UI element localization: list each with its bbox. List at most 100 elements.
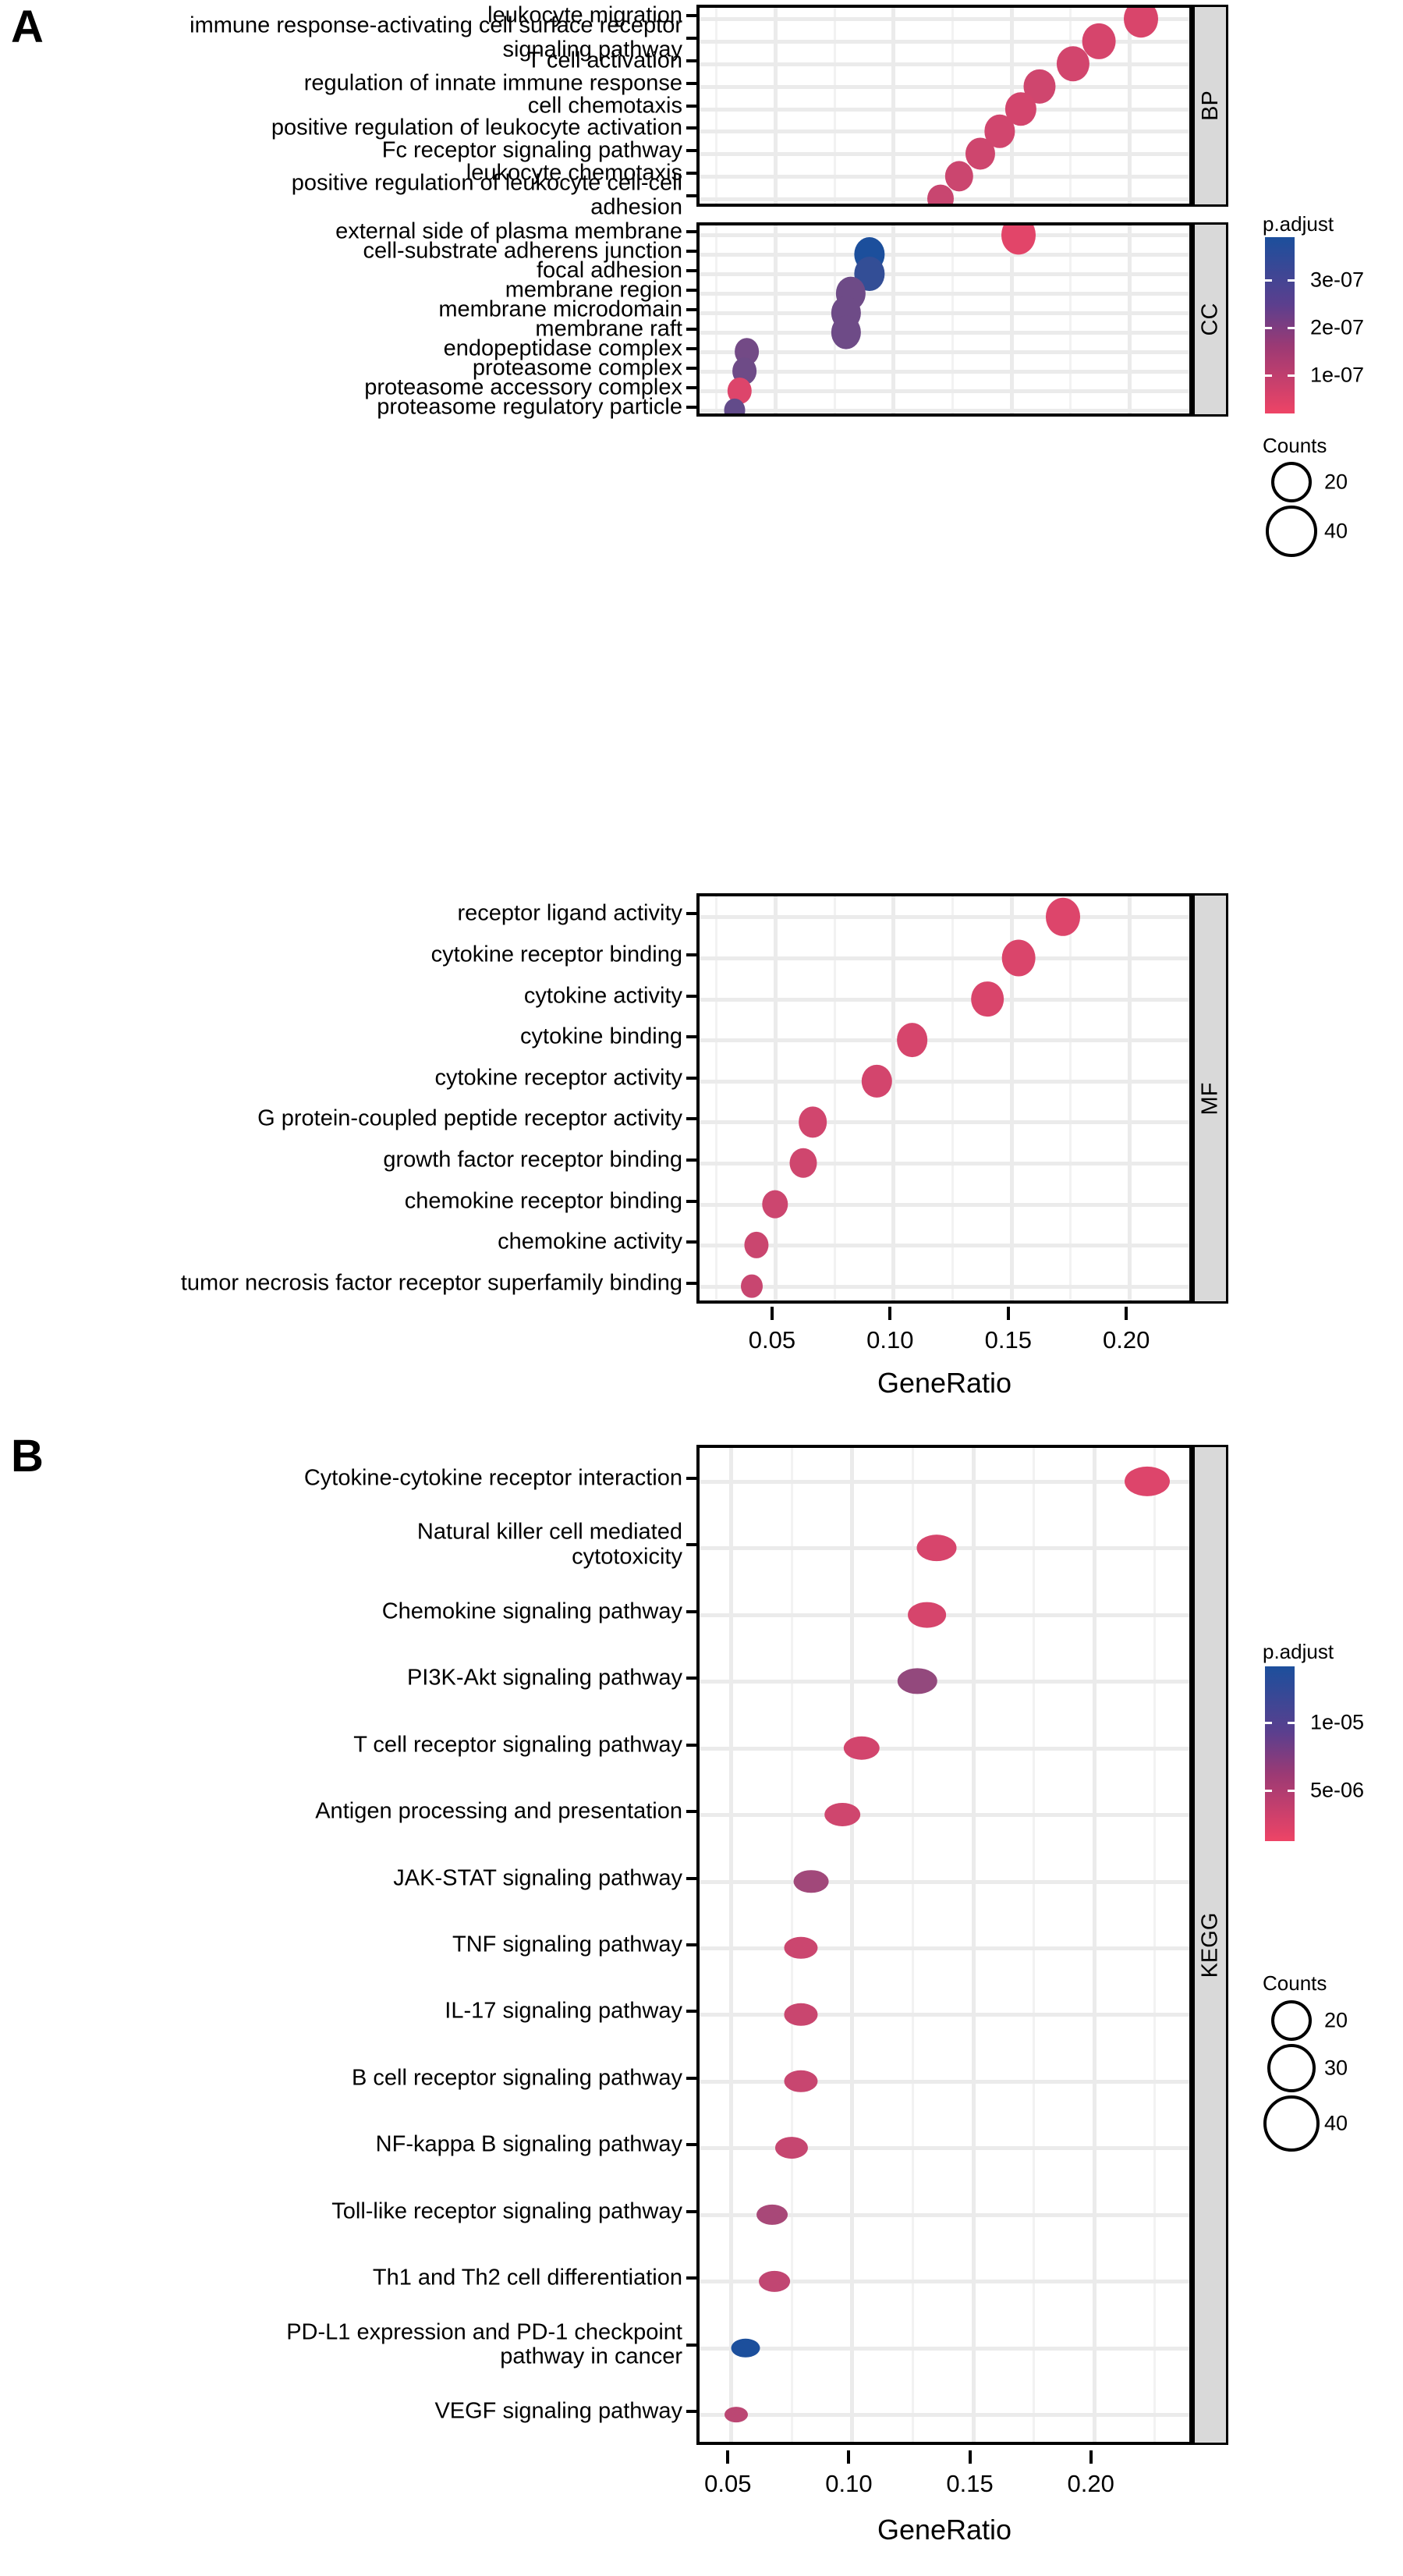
x-axis-title-panel-a: GeneRatio [877,1367,1012,1399]
y-axis-label: B cell receptor signaling pathway [352,2065,682,2091]
colorbar-tick [1288,279,1295,282]
data-point [916,1535,957,1562]
gridline-row [700,253,1189,257]
x-axis-tick [726,2450,730,2464]
y-axis-label: NF-kappa B signaling pathway [375,2131,682,2157]
y-axis-tick [686,327,696,331]
y-axis-label: cytokine binding [520,1024,682,1049]
gridline-major [729,1448,734,2442]
y-axis-label: G protein-coupled peptide receptor activ… [257,1105,682,1131]
gridline-row [700,152,1189,157]
facet-strip-mf-label: MF [1197,1082,1223,1115]
y-axis-label: cell chemotaxis [527,92,682,118]
plot-area-bp [696,5,1192,207]
colorbar-gradient [1265,1666,1295,1841]
y-axis-label: positive regulation of leukocyte activat… [271,115,682,140]
data-point [740,1274,763,1299]
gridline-row [700,1120,1189,1125]
y-axis-label: chemokine receptor binding [404,1187,682,1213]
y-axis-label: Fc receptor signaling pathway [381,137,682,163]
gridline-row [700,1879,1189,1884]
size-legend-circle [1267,2044,1316,2092]
gridline-row [700,2346,1189,2351]
x-axis-tick [770,1307,774,1320]
y-axis-tick [686,1677,696,1680]
x-axis-tick-label: 0.20 [1067,2470,1114,2497]
size-legend-label: 20 [1324,2008,1348,2032]
y-axis-label: Cytokine-cytokine receptor interaction [303,1465,682,1491]
gridlines-bp [700,8,1189,204]
y-axis-tick [686,126,696,130]
size-legend-circle [1271,2000,1312,2041]
y-axis-tick [686,1876,696,1880]
gridline-row [700,2413,1189,2418]
x-axis-tick-label: 0.20 [1103,1326,1150,1354]
gridline-major [971,1448,976,2442]
y-axis-tick [686,1810,696,1814]
colorbar-tick [1288,327,1295,330]
y-axis-tick [686,385,696,389]
y-axis-label: tumor necrosis factor receptor superfami… [180,1270,682,1296]
y-axis-tick [686,1943,696,1946]
y-axis-label: positive regulation of leukocyte cell-ce… [291,170,682,220]
y-axis-label: PD-L1 expression and PD-1 checkpoint pat… [286,2319,682,2369]
y-axis-tick [686,346,696,350]
data-point [759,2271,791,2292]
colorbar-tick-label: 2e-07 [1310,315,1365,339]
x-axis-tick-label: 0.05 [704,2470,752,2497]
y-axis-tick [686,171,696,175]
gridline-row [700,915,1189,920]
gridline-row [700,1946,1189,1950]
x-axis-tick [1125,1307,1128,1320]
plot-area-cc [696,222,1192,417]
y-axis-tick [686,2410,696,2414]
gridline-row [700,956,1189,960]
facet-strip-mf: MF [1192,893,1228,1304]
gridline-row [700,1813,1189,1818]
facet-strip-bp: BP [1192,5,1228,207]
colorbar-tick [1288,1789,1295,1792]
y-axis-label: Th1 and Th2 cell differentiation [372,2265,682,2290]
colorbar-tick-label: 1e-05 [1310,1710,1365,1734]
data-point [926,184,954,204]
gridlines-mf [700,896,1189,1300]
gridline-row [700,2079,1189,2084]
y-axis-label: cytokine activity [523,982,682,1008]
y-axis-tick [686,1281,696,1285]
y-axis-label: T cell activation [526,48,682,73]
data-point [831,315,861,349]
gridline-row [700,349,1189,354]
data-point [843,1736,880,1760]
y-axis-tick [686,1240,696,1244]
y-axis-tick [686,1199,696,1203]
y-axis-tick [686,59,696,62]
x-axis-tick-label: 0.15 [984,1326,1032,1354]
y-axis-label: JAK-STAT signaling pathway [393,1865,682,1890]
data-point [824,1803,860,1827]
gridline-row [700,1680,1189,1684]
facet-strip-kegg: KEGG [1192,1445,1228,2445]
plot-area-kegg [696,1445,1192,2445]
legend-title-padjust-b: p.adjust [1263,1640,1334,1663]
y-axis-tick [686,2076,696,2080]
size-legend-circle [1271,462,1312,502]
x-axis-tick-label: 0.10 [866,1326,914,1354]
y-axis-label: PI3K-Akt signaling pathway [406,1665,682,1691]
colorbar-tick [1265,1789,1272,1792]
gridline-row [700,2013,1189,2017]
plot-area-mf [696,893,1192,1304]
y-axis-label: T cell receptor signaling pathway [353,1731,682,1757]
gridline-row [700,84,1189,89]
colorbar-tick [1265,1722,1272,1725]
y-axis-label: receptor ligand activity [457,900,682,926]
data-point [1056,46,1089,82]
size-legend-label: 40 [1324,519,1348,543]
data-point [762,1190,788,1219]
gridline-row [700,330,1189,335]
y-axis-tick [686,289,696,293]
x-axis-title-panel-b: GeneRatio [877,2514,1012,2546]
gridline-row [700,1284,1189,1289]
x-axis-tick [1006,1307,1010,1320]
size-legend-label: 40 [1324,2111,1348,2135]
y-axis-tick [686,104,696,108]
